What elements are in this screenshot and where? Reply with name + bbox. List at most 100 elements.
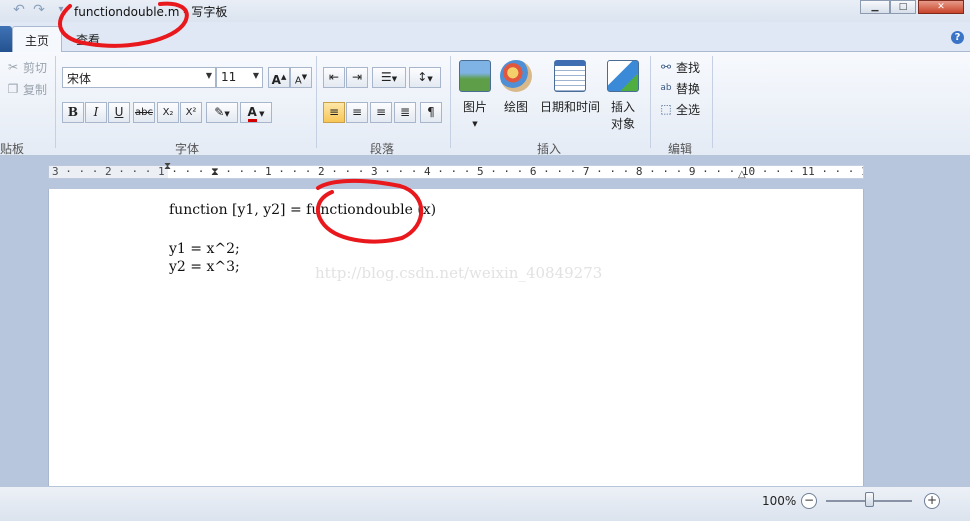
copy-label: 复制 xyxy=(23,82,48,97)
replace-button[interactable]: ab 替换 xyxy=(659,79,700,97)
right-indent-marker-icon[interactable]: △ xyxy=(738,169,746,180)
calendar-icon xyxy=(554,60,586,92)
object-label-1: 插入 xyxy=(610,100,635,114)
document-area: 3 · · · 2 · · · 1 · · · ⧗ · · · 1 · · · … xyxy=(0,156,970,486)
status-bar: 100% − + xyxy=(0,486,970,521)
insert-group-label: 插入 xyxy=(537,142,562,156)
font-family-value: 宋体 xyxy=(67,72,92,86)
maximize-button[interactable]: □ xyxy=(890,0,916,14)
close-button[interactable]: ✕ xyxy=(918,0,964,14)
align-center-button[interactable]: ≡ xyxy=(346,102,368,123)
scissors-icon: ✂ xyxy=(7,60,19,74)
datetime-label: 日期和时间 xyxy=(539,100,600,114)
ribbon-tab-row: 主页 查看 ? xyxy=(0,22,970,53)
quick-access-dropdown-icon[interactable]: ▾ xyxy=(52,2,70,18)
zoom-level: 100% xyxy=(762,494,797,508)
find-label: 查找 xyxy=(676,60,701,75)
justify-button[interactable]: ≣ xyxy=(394,102,416,123)
ruler-left-margin xyxy=(48,165,168,179)
shrink-font-button[interactable]: A▼ xyxy=(290,67,312,88)
zoom-out-button[interactable]: − xyxy=(801,493,817,509)
cut-button[interactable]: ✂ 剪切 xyxy=(6,58,47,76)
copy-button[interactable]: ❐ 复制 xyxy=(6,80,47,98)
object-icon xyxy=(607,60,639,92)
minimize-button[interactable]: ▁ xyxy=(860,0,890,14)
align-center-icon: ≡ xyxy=(351,105,363,119)
zoom-in-button[interactable]: + xyxy=(924,493,940,509)
zoom-slider-thumb[interactable] xyxy=(865,492,874,507)
decrease-indent-button[interactable]: ⇤ xyxy=(323,67,345,88)
paint-drawing-button[interactable]: 绘图 xyxy=(500,60,532,115)
font-group-label: 字体 xyxy=(175,142,200,156)
font-color-button[interactable]: A ▼ xyxy=(240,102,272,123)
document-line[interactable]: function [y1, y2] = functiondouble (x) xyxy=(169,202,436,218)
object-label-2: 对象 xyxy=(610,117,635,131)
picture-label: 图片 xyxy=(462,100,487,114)
replace-label: 替换 xyxy=(676,81,701,96)
editing-group-label: 编辑 xyxy=(668,142,693,156)
watermark: http://blog.csdn.net/weixin_40849273 xyxy=(315,264,603,282)
document-page[interactable]: http://blog.csdn.net/weixin_40849273 fun… xyxy=(48,189,864,486)
increase-indent-button[interactable]: ⇥ xyxy=(346,67,368,88)
font-color-label: A xyxy=(247,105,257,122)
clipboard-group-label: 贴板 xyxy=(0,142,25,156)
bold-button[interactable]: B xyxy=(62,102,84,123)
shrink-font-label: A xyxy=(294,75,302,87)
highlighter-icon: ✎ xyxy=(214,105,225,119)
document-line[interactable]: y1 = x^2; xyxy=(169,241,240,257)
align-left-icon: ≡ xyxy=(328,105,340,119)
copy-icon: ❐ xyxy=(7,82,19,96)
underline-button[interactable]: U xyxy=(108,102,130,123)
paragraph-group-label: 段落 xyxy=(370,142,395,156)
font-size-select[interactable]: 11 ▼ xyxy=(216,67,263,88)
group-divider xyxy=(55,56,56,148)
outdent-icon: ⇤ xyxy=(328,70,340,84)
cut-label: 剪切 xyxy=(23,60,48,75)
paragraph-icon: ¶ xyxy=(427,105,435,119)
select-all-button[interactable]: ⬚ 全选 xyxy=(659,100,700,118)
font-size-value: 11 xyxy=(221,70,237,84)
binoculars-icon: ⚯ xyxy=(660,60,672,74)
ribbon: ✂ 剪切 ❐ 复制 贴板 宋体 ▼ 11 ▼ A▲ A▼ B I U abc X… xyxy=(0,52,970,156)
replace-icon: ab xyxy=(660,83,672,93)
indent-marker-icon[interactable]: ⧗ xyxy=(164,161,171,172)
bullet-list-button[interactable]: ☰▼ xyxy=(372,67,406,88)
align-right-button[interactable]: ≡ xyxy=(370,102,392,123)
group-divider xyxy=(650,56,651,148)
group-divider xyxy=(712,56,713,148)
subscript-button[interactable]: X₂ xyxy=(157,102,179,123)
document-line[interactable]: y2 = x^3; xyxy=(169,259,240,275)
paragraph-button[interactable]: ¶ xyxy=(420,102,442,123)
grow-font-label: A xyxy=(271,73,281,87)
bullet-list-icon: ☰ xyxy=(380,70,392,84)
insert-picture-button[interactable]: 图片 ▼ xyxy=(456,60,494,129)
chevron-down-icon: ▼ xyxy=(252,71,259,80)
indent-icon: ⇥ xyxy=(351,70,363,84)
palette-icon xyxy=(500,60,532,92)
superscript-button[interactable]: X² xyxy=(180,102,202,123)
font-family-select[interactable]: 宋体 ▼ xyxy=(62,67,216,88)
highlight-color-button[interactable]: ✎▼ xyxy=(206,102,238,123)
grow-font-button[interactable]: A▲ xyxy=(268,67,290,88)
redo-icon[interactable]: ↷ xyxy=(30,2,48,18)
app-menu-button[interactable] xyxy=(0,26,12,52)
line-spacing-button[interactable]: ↕▼ xyxy=(409,67,441,88)
picture-icon xyxy=(459,60,491,92)
group-divider xyxy=(450,56,451,148)
strikethrough-button[interactable]: abc xyxy=(133,102,155,123)
insert-object-button[interactable]: 插入 对象 xyxy=(606,60,640,132)
tab-view[interactable]: 查看 xyxy=(64,26,112,52)
window-title: functiondouble.m - 写字板 xyxy=(74,5,228,19)
chevron-down-icon: ▼ xyxy=(205,71,212,80)
tab-home[interactable]: 主页 xyxy=(12,26,63,53)
line-spacing-icon: ↕ xyxy=(417,70,428,84)
group-divider xyxy=(316,56,317,148)
chevron-down-icon: ▼ xyxy=(472,120,478,128)
find-button[interactable]: ⚯ 查找 xyxy=(659,58,700,76)
italic-button[interactable]: I xyxy=(85,102,107,123)
align-left-button[interactable]: ≡ xyxy=(323,102,345,123)
undo-icon[interactable]: ↶ xyxy=(10,2,28,18)
help-icon[interactable]: ? xyxy=(951,31,964,44)
select-all-label: 全选 xyxy=(676,102,701,117)
insert-datetime-button[interactable]: 日期和时间 xyxy=(538,60,602,115)
